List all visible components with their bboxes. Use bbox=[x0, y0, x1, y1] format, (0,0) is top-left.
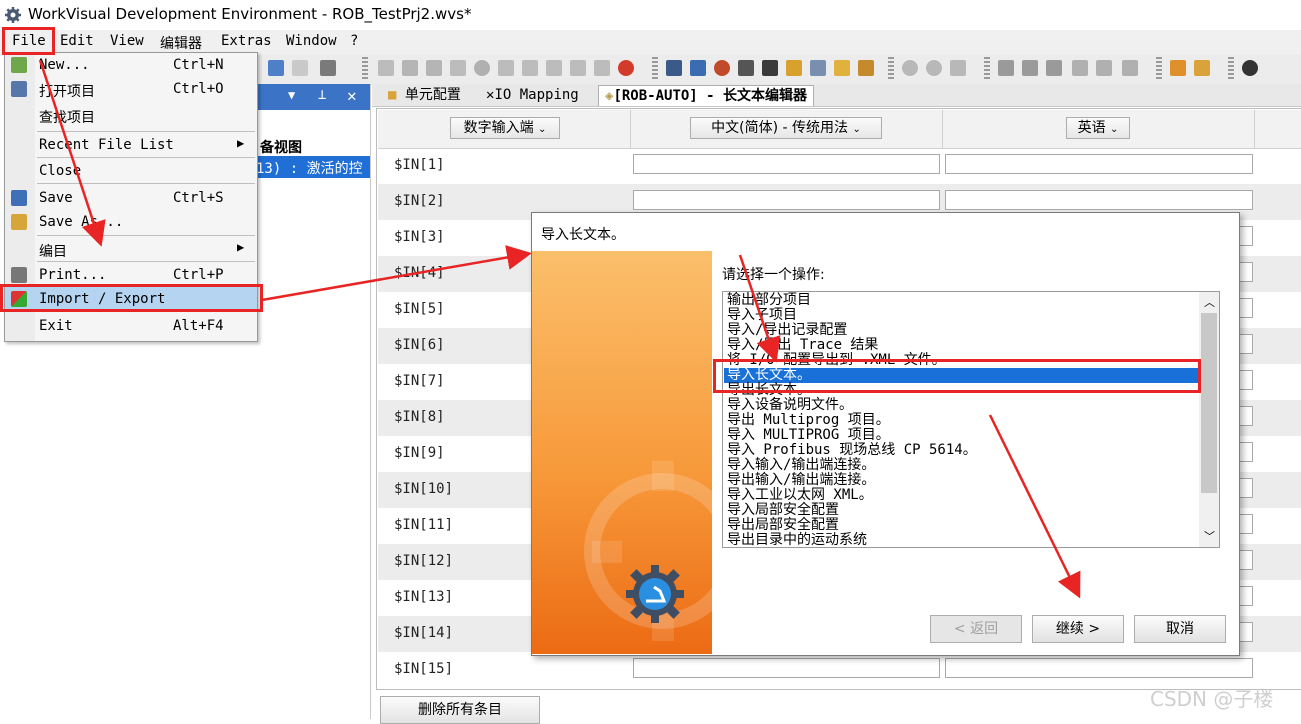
annotation-arrows bbox=[38, 59, 1081, 599]
arrow-to-import-export bbox=[38, 59, 106, 247]
arrow-to-dialog bbox=[261, 245, 532, 302]
arrow-to-continue bbox=[988, 414, 1081, 599]
watermark: CSDN @子楼 bbox=[1150, 687, 1274, 711]
arrow-to-option bbox=[738, 254, 781, 363]
